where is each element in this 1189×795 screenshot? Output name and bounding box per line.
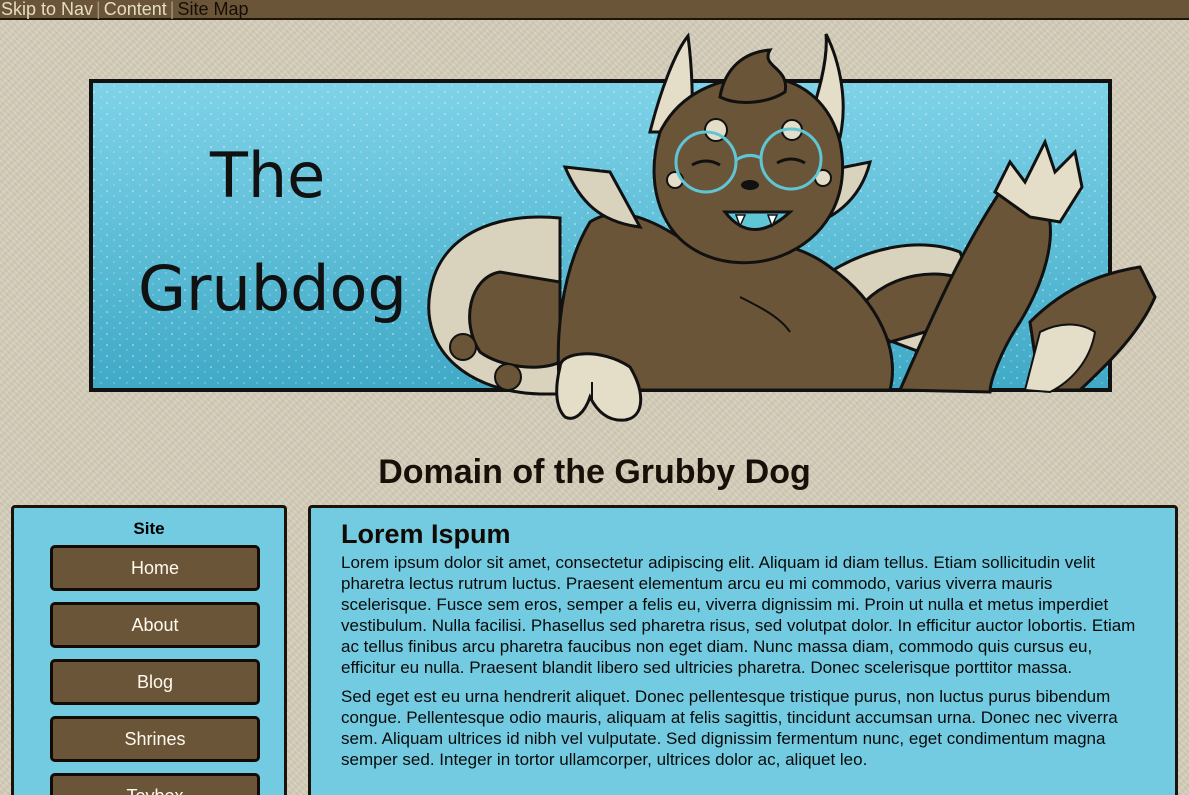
main-content: Lorem Ispum Lorem ipsum dolor sit amet, … (308, 505, 1178, 795)
content-paragraph: Sed eget est eu urna hendrerit aliquet. … (341, 687, 1118, 769)
link-separator: | (169, 0, 175, 19)
banner-illustration: The Grubdog (89, 32, 1157, 422)
nav-list: Home About Blog Shrines Toybox (14, 545, 284, 795)
nav-item: Shrines (50, 716, 284, 762)
site-map-link[interactable]: Site Map (177, 0, 248, 19)
skip-nav-bar: Skip to Nav | Content | Site Map (0, 0, 1189, 20)
grubdog-head (652, 75, 845, 265)
banner-image: The Grubdog (0, 22, 1189, 442)
banner-title-line1: The (209, 139, 325, 212)
content-link[interactable]: Content (104, 0, 167, 19)
nav-button-shrines[interactable]: Shrines (50, 716, 260, 762)
banner-title-line2: Grubdog (138, 252, 407, 325)
nav-button-home[interactable]: Home (50, 545, 260, 591)
content-paragraph: Lorem ipsum dolor sit amet, consectetur … (341, 553, 1136, 677)
nav-button-about[interactable]: About (50, 602, 260, 648)
sidebar-nav: Site Home About Blog Shrines Toybox (11, 505, 287, 795)
nav-item: Toybox (50, 773, 284, 795)
nav-item: Home (50, 545, 284, 591)
sidebar-heading: Site (133, 519, 165, 538)
nav-item: About (50, 602, 284, 648)
nav-button-blog[interactable]: Blog (50, 659, 260, 705)
nav-item: Blog (50, 659, 284, 705)
site-title: Domain of the Grubby Dog (378, 453, 811, 491)
content-heading: Lorem Ispum (341, 519, 511, 549)
nav-button-toybox[interactable]: Toybox (50, 773, 260, 795)
skip-to-nav-link[interactable]: Skip to Nav (1, 0, 93, 19)
link-separator: | (96, 0, 101, 19)
